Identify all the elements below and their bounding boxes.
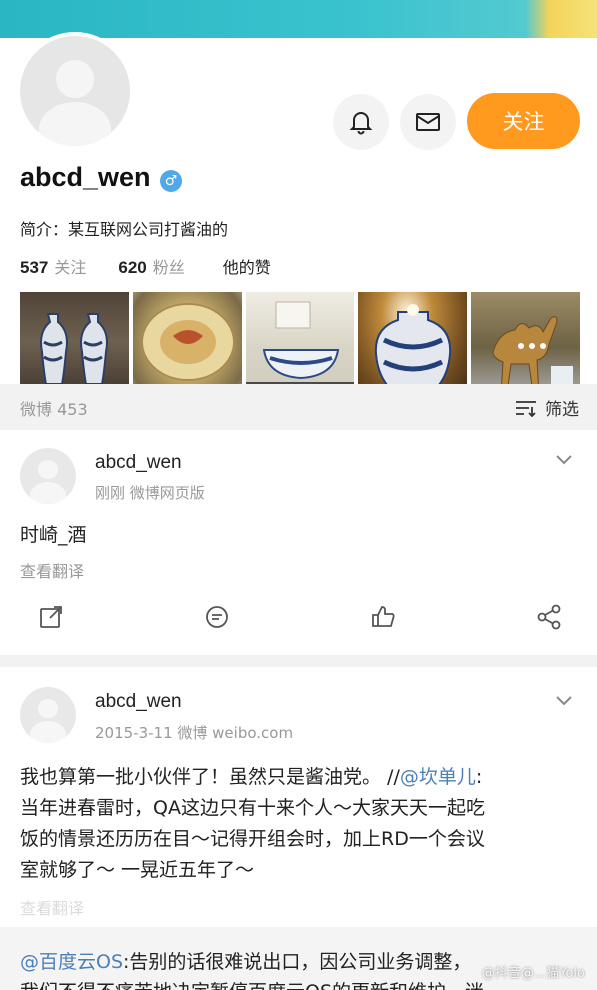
translate-link[interactable]: 查看翻译 [20,895,84,919]
profile-stats: 537 关注 620 粉丝 他的赞 [20,254,271,278]
post-text-line: 室就够了～ 一晃近五年了～ [20,859,255,881]
translate-link[interactable]: 查看翻译 [20,558,84,582]
profile-cover [0,0,597,38]
post-avatar[interactable] [20,687,76,743]
post-text-line: 我也算第一批小伙伴了！虽然只是酱油党。 // [20,766,400,788]
post-avatar[interactable] [20,448,76,504]
follow-button[interactable]: 关注 [467,93,580,149]
post-separator [0,655,597,667]
chevron-down-icon[interactable] [555,454,573,466]
likes-link[interactable]: 他的赞 [223,254,271,278]
weibo-count: 微博 453 [20,400,88,419]
post-meta: 刚刚 微博网页版 [95,484,205,502]
envelope-icon [416,113,440,131]
followers-count[interactable]: 620 [118,258,146,278]
post-text: 时崎_酒 [20,524,87,546]
mention-link[interactable]: @百度云OS [20,951,123,973]
post-actions [0,598,597,638]
watermark: @抖音@...猫Yolo [481,966,585,981]
filter-label: 筛选 [545,400,579,420]
following-count[interactable]: 537 [20,258,48,278]
comment-icon[interactable] [204,604,230,630]
profile-bio: 简介：某互联网公司打酱油的 [20,220,229,239]
post-author[interactable]: abcd_wen [95,452,182,474]
repost-icon[interactable] [38,604,64,630]
post-author[interactable]: abcd_wen [95,691,182,713]
notification-button[interactable] [333,94,389,150]
feed-filter-bar: 微博 453 筛选 [0,384,597,430]
profile-avatar[interactable] [16,32,134,150]
like-icon[interactable] [370,604,396,630]
post-text-colon: : [475,766,483,788]
weibo-post: abcd_wen 刚刚 微博网页版 时崎_酒 查看翻译 [0,430,597,655]
repost-text: :告别的话很难说出口，因公司业务调整， [123,951,472,973]
profile-username: abcd_wen [20,162,151,192]
post-text: 我也算第一批小伙伴了！虽然只是酱油党。 //@坎单儿: 当年进春雷时，QA这边只… [20,762,580,886]
post-text-line: 饭的情景还历历在目～记得开组会时，加上RD一个会议 [20,828,485,850]
chevron-down-icon[interactable] [555,695,573,707]
share-icon[interactable] [536,604,562,630]
post-text-line: 当年进春雷时，QA这边只有十来个人～大家天天一起吃 [20,797,485,819]
following-label[interactable]: 关注 [54,254,86,278]
filter-icon [516,400,536,417]
repost-text-line: 我们不得不痛苦地决定暂停百度云OS的更新和维护。迷 [20,977,484,990]
more-dots-icon [517,343,546,349]
profile-header: 关注 abcd_wen ♂ 简介：某互联网公司打酱油的 537 关注 620 粉… [0,32,597,402]
followers-label[interactable]: 粉丝 [153,254,185,278]
mention-link[interactable]: @坎单儿 [400,766,476,788]
bell-icon [349,112,373,135]
message-button[interactable] [400,94,456,150]
filter-button[interactable]: 筛选 [515,395,579,420]
male-gender-icon: ♂ [160,170,182,192]
post-meta: 2015-3-11 微博 weibo.com [95,724,294,742]
weibo-post: abcd_wen 2015-3-11 微博 weibo.com 我也算第一批小伙… [0,667,597,927]
